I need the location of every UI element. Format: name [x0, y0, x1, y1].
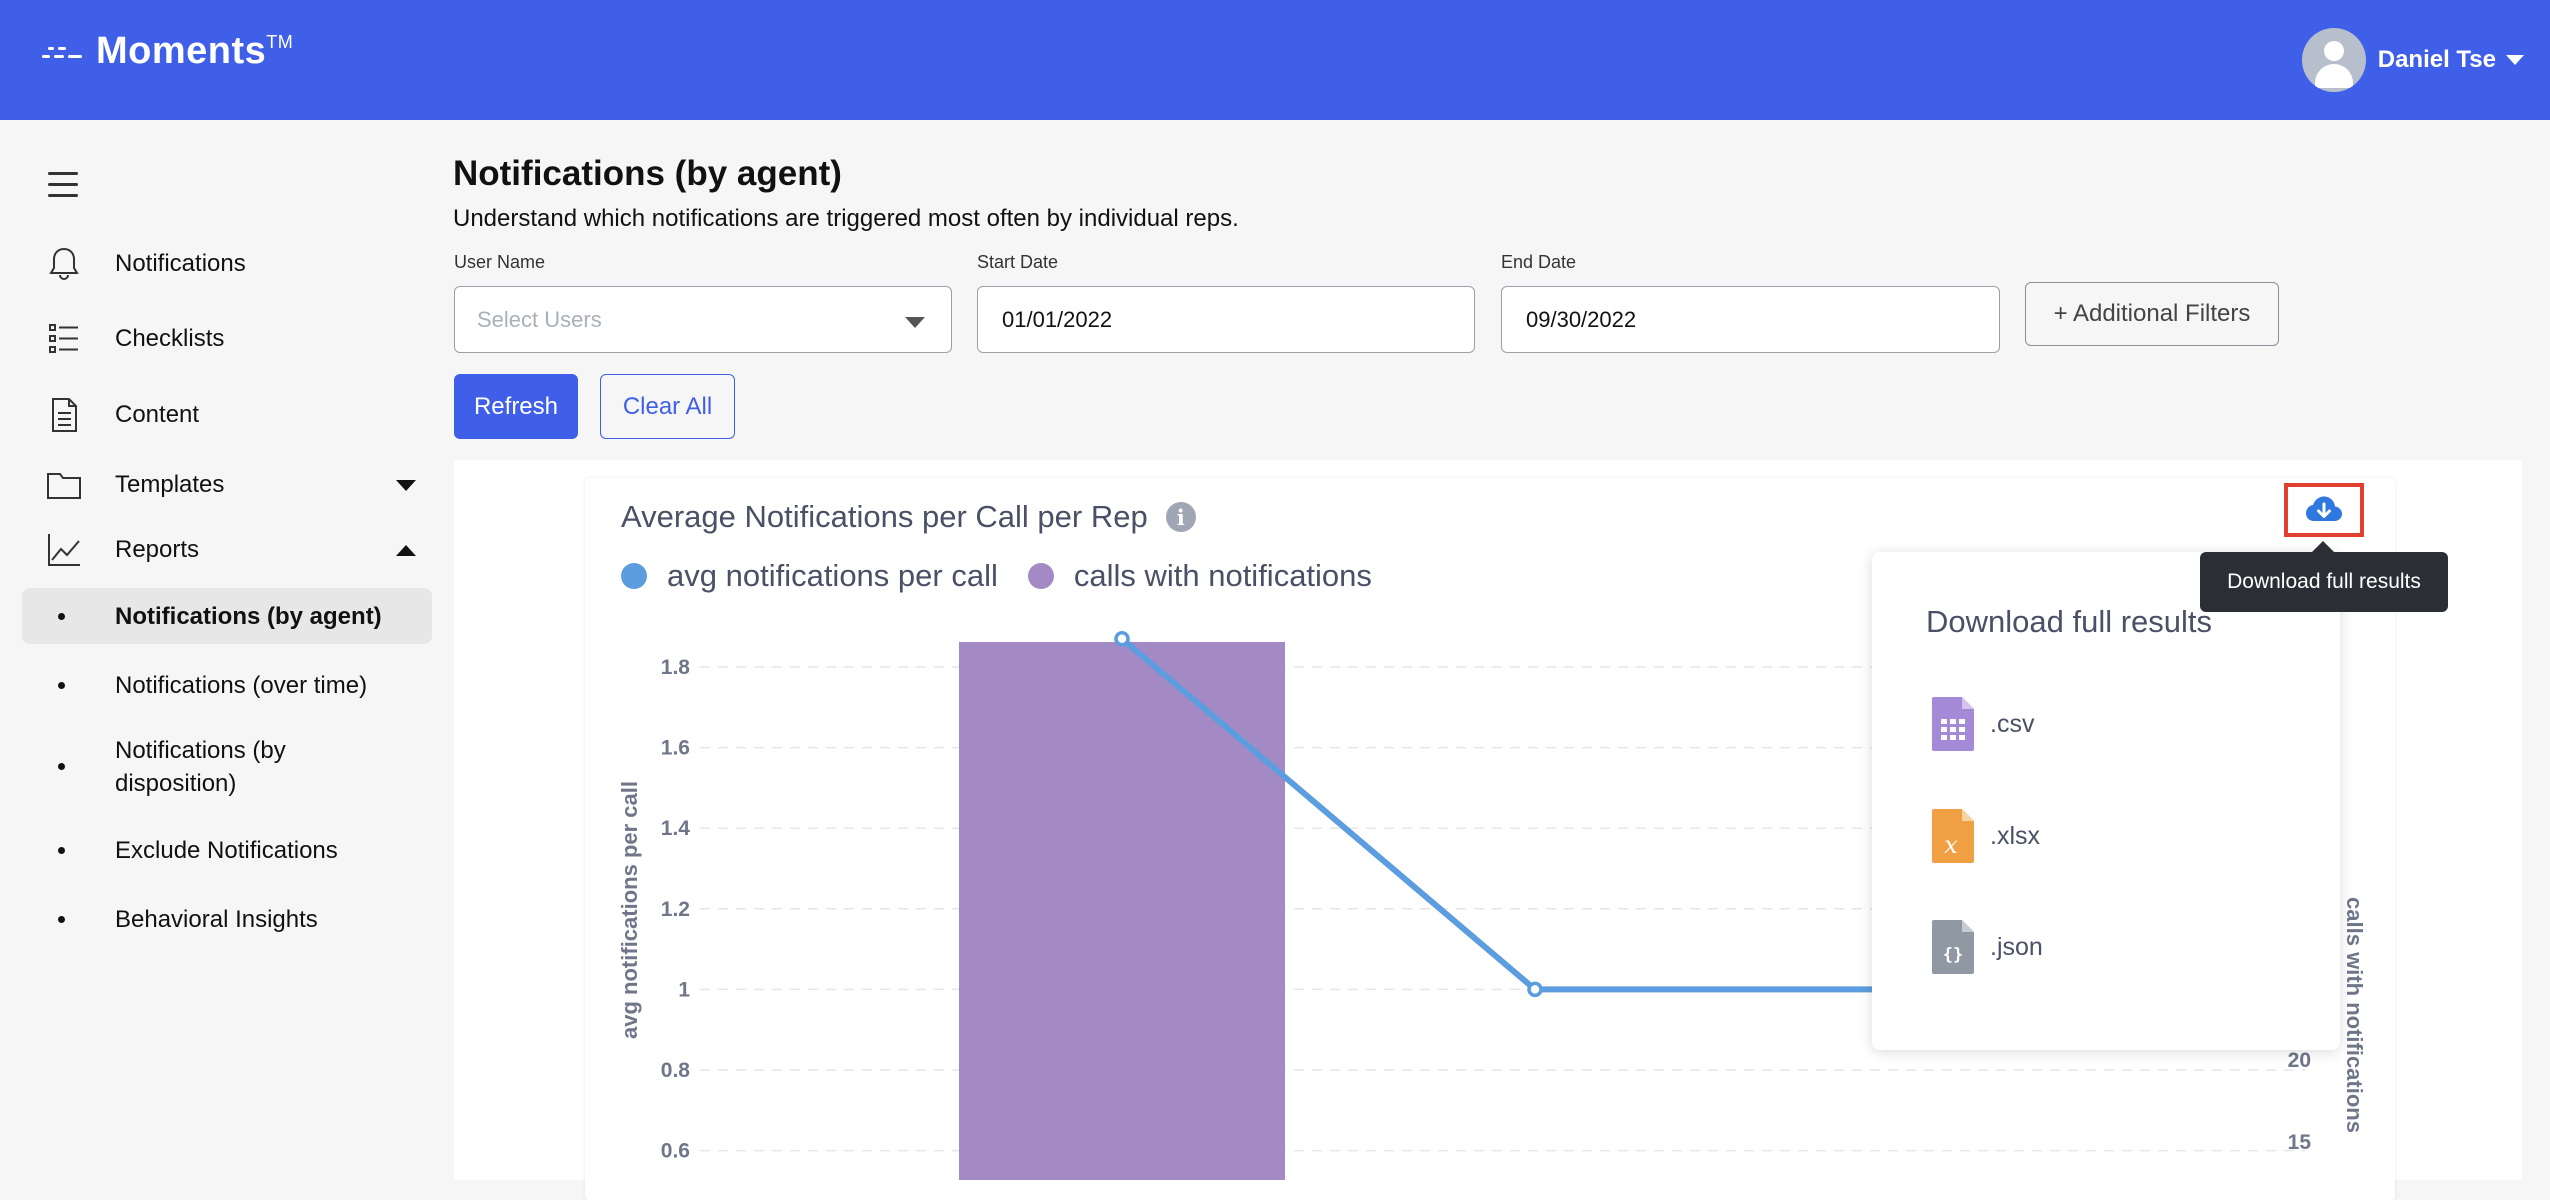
sidebar-item-label: Checklists — [115, 325, 225, 352]
sidebar-item-reports[interactable]: Reports — [0, 520, 452, 580]
user-name: Daniel Tse — [2377, 46, 2496, 73]
additional-filters-button[interactable]: + Additional Filters — [2025, 282, 2279, 346]
sidebar-subitem-label: Notifications (over time) — [115, 671, 368, 699]
user-select-placeholder: Select Users — [477, 306, 602, 332]
user-name-label: User Name — [454, 252, 546, 272]
sidebar-item-label: Content — [115, 401, 200, 428]
chart-title: Average Notifications per Call per Rep i — [621, 499, 1196, 535]
chevron-down-icon — [905, 317, 925, 328]
avatar — [2301, 28, 2366, 92]
sidebar-item-checklists[interactable]: Checklists — [0, 309, 452, 369]
brand-name: MomentsTM — [96, 30, 294, 72]
download-option-label: .json — [1990, 932, 2043, 961]
bar-calls-with-notifications — [959, 642, 1285, 1180]
chevron-up-icon — [396, 544, 416, 556]
sidebar: Notifications Checklists Content Templat… — [0, 120, 452, 1200]
clear-all-button[interactable]: Clear All — [600, 374, 735, 439]
chart-title-text: Average Notifications per Call per Rep — [621, 499, 1148, 534]
sidebar-item-content[interactable]: Content — [0, 385, 452, 445]
line-chart-icon — [48, 534, 80, 566]
menu-icon[interactable] — [48, 170, 78, 197]
start-date-input[interactable]: 01/01/2022 — [977, 286, 1475, 353]
download-csv-option[interactable]: .csv — [1930, 695, 2034, 753]
user-menu[interactable]: Daniel Tse — [2301, 28, 2524, 92]
sidebar-subitem-label: Notifications (by disposition) — [115, 737, 286, 797]
svg-text:x: x — [1944, 831, 1958, 859]
legend-swatch — [621, 563, 647, 589]
sidebar-subitem-label: Notifications (by agent) — [115, 602, 382, 630]
sidebar-subitem-notifications-over-time[interactable]: Notifications (over time) — [22, 657, 432, 713]
json-file-icon: {} — [1932, 920, 1974, 974]
chevron-down-icon — [396, 479, 416, 491]
info-icon[interactable]: i — [1165, 502, 1196, 532]
legend-item-calls[interactable]: calls with notifications — [1027, 558, 1372, 594]
sidebar-item-templates[interactable]: Templates — [0, 455, 452, 515]
csv-file-icon — [1932, 697, 1974, 751]
download-option-label: .xlsx — [1990, 821, 2040, 850]
legend-item-avg[interactable]: avg notifications per call — [621, 558, 998, 594]
sidebar-item-label: Reports — [115, 536, 200, 563]
document-icon — [52, 398, 77, 432]
y-tick-label: 0.8 — [661, 1059, 691, 1082]
top-bar: MomentsTM Daniel Tse — [0, 0, 2550, 120]
y-tick-label: 1.6 — [661, 737, 690, 760]
folder-icon — [47, 473, 81, 499]
bell-icon — [49, 247, 79, 281]
start-date-label: Start Date — [977, 252, 1059, 272]
sidebar-subitem-notifications-by-disposition[interactable]: Notifications (by disposition) — [22, 732, 432, 802]
line-point — [1527, 981, 1543, 998]
user-select[interactable]: Select Users — [454, 286, 952, 353]
end-date-input[interactable]: 09/30/2022 — [1501, 286, 2000, 353]
bullet — [58, 915, 65, 923]
end-date-value: 09/30/2022 — [1526, 306, 1637, 332]
legend-label: avg notifications per call — [667, 558, 998, 593]
sidebar-subitem-behavioral-insights[interactable]: Behavioral Insights — [22, 891, 432, 947]
bullet — [58, 612, 65, 620]
y2-tick-label: 20 — [2288, 1049, 2311, 1072]
sidebar-item-label: Notifications — [115, 250, 246, 277]
sidebar-subitem-label: Behavioral Insights — [115, 905, 318, 933]
start-date-value: 01/01/2022 — [1002, 306, 1113, 332]
chevron-down-icon — [2506, 55, 2524, 65]
page-title: Notifications (by agent) — [453, 154, 842, 193]
checklist-icon — [49, 324, 78, 353]
end-date-label: End Date — [1501, 252, 1577, 272]
download-panel-title: Download full results — [1926, 604, 2213, 639]
chart-legend: avg notifications per call calls with no… — [621, 558, 1402, 594]
moments-logo-icon — [42, 43, 86, 69]
legend-swatch — [1027, 563, 1054, 589]
sidebar-subitem-notifications-by-agent[interactable]: Notifications (by agent) — [22, 588, 432, 644]
refresh-button[interactable]: Refresh — [454, 374, 578, 439]
xlsx-file-icon: x — [1932, 809, 1974, 863]
cloud-download-icon — [2306, 496, 2342, 521]
download-xlsx-option[interactable]: x .xlsx — [1930, 807, 2040, 865]
line-point — [1114, 631, 1130, 647]
y2-tick-label: 15 — [2288, 1131, 2312, 1154]
sidebar-item-label: Templates — [115, 471, 225, 498]
y-tick-label: 1 — [678, 978, 690, 1001]
sidebar-subitem-exclude-notifications[interactable]: Exclude Notifications — [22, 822, 432, 878]
page-subtitle: Understand which notifications are trigg… — [453, 205, 1239, 232]
y-tick-label: 1.2 — [661, 898, 690, 921]
download-button[interactable] — [2284, 483, 2364, 537]
download-tooltip: Download full results — [2200, 541, 2448, 612]
legend-label: calls with notifications — [1073, 558, 1372, 593]
bullet — [58, 763, 65, 770]
y-tick-label: 1.8 — [661, 656, 691, 679]
trademark: TM — [266, 32, 294, 52]
brand-logo[interactable]: MomentsTM — [42, 30, 293, 73]
download-option-label: .csv — [1990, 709, 2035, 738]
y2-axis-label: calls with notifications — [2342, 897, 2367, 1133]
download-panel: Download full results .csv x .xlsx {} .j… — [1872, 552, 2340, 1050]
y-tick-label: 1.4 — [661, 817, 691, 840]
sidebar-item-notifications[interactable]: Notifications — [0, 234, 452, 294]
bullet — [58, 681, 65, 689]
svg-text:{}: {} — [1943, 945, 1963, 965]
download-json-option[interactable]: {} .json — [1930, 918, 2043, 976]
y-axis-label: avg notifications per call — [617, 781, 642, 1039]
sidebar-subitem-label: Exclude Notifications — [115, 836, 338, 864]
y-tick-label: 0.6 — [661, 1140, 690, 1163]
bullet — [58, 846, 65, 854]
